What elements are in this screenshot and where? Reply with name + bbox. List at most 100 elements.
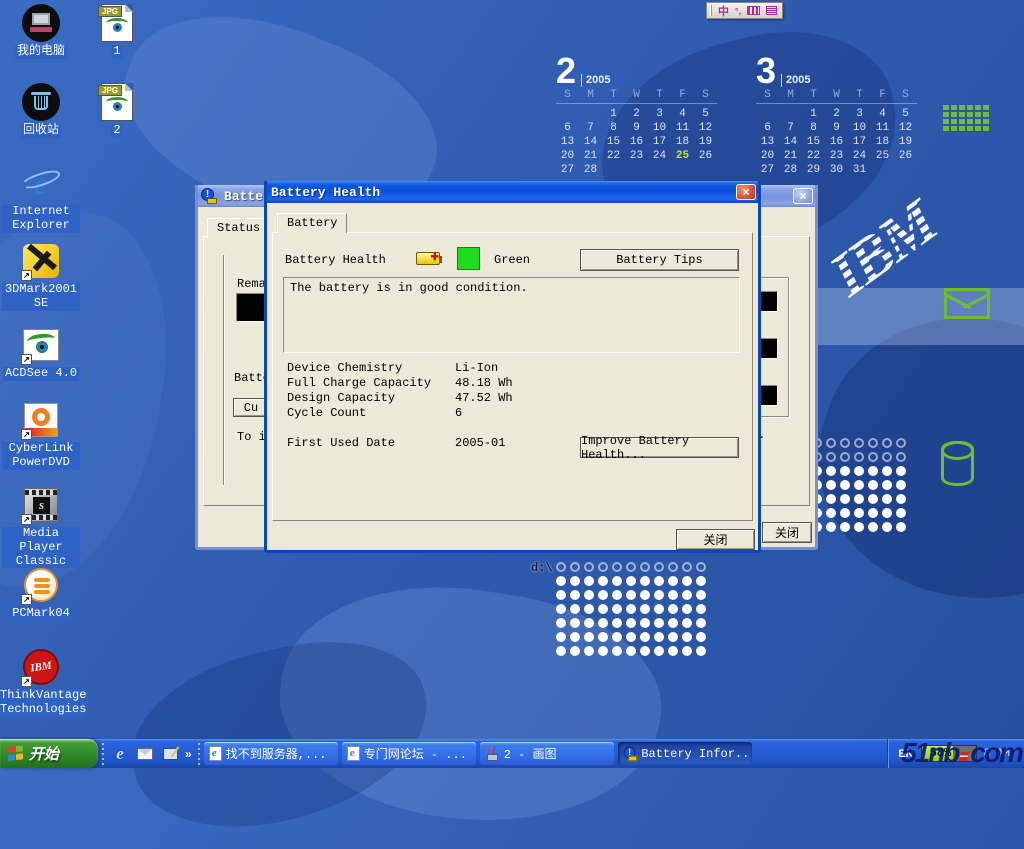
dot: [598, 576, 608, 586]
wallpaper-leaf: [116, 621, 445, 849]
calendar-month-number: 3: [756, 56, 776, 87]
quick-launch-ie-icon[interactable]: e: [110, 744, 130, 764]
desktop-file-2[interactable]: JPG 2: [80, 82, 154, 138]
calendar-day: 14: [779, 135, 802, 149]
taskbar-button-forum[interactable]: 专门网论坛 - ...: [342, 742, 476, 765]
ime-grip[interactable]: [710, 5, 712, 16]
dot: [840, 480, 850, 490]
calendar-day: 17: [648, 135, 671, 149]
desktop-icon-internet-explorer[interactable]: e Internet Explorer: [2, 163, 80, 233]
dialog-battery-health: Battery Health × Battery Battery Health …: [264, 181, 761, 553]
dot: [584, 590, 594, 600]
calendar-day: 13: [756, 135, 779, 149]
calendar-weekday: M: [579, 89, 602, 104]
windows-flag-icon: [8, 745, 24, 762]
dot: [612, 604, 622, 614]
battery-tips-button[interactable]: Battery Tips: [580, 249, 739, 271]
taskbar-button-paint[interactable]: 2 - 画图: [480, 742, 614, 765]
desktop-icon-acdsee[interactable]: ↗ ACDSee 4.0: [2, 325, 80, 381]
tab-status[interactable]: Status: [207, 218, 270, 238]
keyboard-icon[interactable]: [747, 6, 760, 15]
calendar-weekday: S: [694, 89, 717, 104]
titlebar[interactable]: Battery Health: [264, 181, 761, 203]
desktop-icon-powerdvd[interactable]: ↗ CyberLink PowerDVD: [2, 400, 80, 470]
dot: [556, 646, 566, 656]
icon-label: 回收站: [21, 124, 61, 138]
calendar-day: 14: [579, 135, 602, 149]
desktop-icon-3dmark2001[interactable]: ↗ 3DMark2001 SE: [2, 241, 80, 311]
taskbar-button-server-not-found[interactable]: 找不到服务器,...: [204, 742, 338, 765]
dot: [640, 632, 650, 642]
dot: [612, 590, 622, 600]
calendar-day: 13: [556, 135, 579, 149]
dot: [556, 618, 566, 628]
dot: [868, 438, 878, 448]
dot: [570, 604, 580, 614]
dot: [696, 562, 706, 572]
detail-label: Device Chemistry: [287, 361, 402, 375]
ime-menu-icon[interactable]: [766, 6, 777, 15]
close-button[interactable]: ×: [736, 184, 756, 200]
dot: [584, 618, 594, 628]
desktop-icon-pcmark04[interactable]: ↗ PCMark04: [2, 565, 80, 621]
desktop-icon-my-computer[interactable]: 我的电脑: [2, 3, 80, 59]
calendar-day: 25: [871, 149, 894, 163]
calendar-weekday: W: [825, 89, 848, 104]
dot: [556, 562, 566, 572]
calendar-year: 2005: [581, 74, 610, 87]
calendar-day: 7: [579, 121, 602, 135]
dot: [826, 466, 836, 476]
dot: [626, 590, 636, 600]
detail-value: Li-Ion: [455, 361, 498, 375]
dot: [668, 618, 678, 628]
tray-clock: 8 AM: [984, 748, 1010, 760]
desktop-file-1[interactable]: JPG 1: [80, 3, 154, 59]
calendar-weekday: S: [556, 89, 579, 104]
dot: [840, 466, 850, 476]
ime-chinese-mode-icon[interactable]: 中: [718, 3, 729, 19]
calendar-grid: SMTWTFS123456789101112131415161718192021…: [556, 89, 717, 177]
desktop-icon-thinkvantage[interactable]: IBM↗ ThinkVantage Technologies: [2, 647, 80, 717]
language-indicator[interactable]: EN: [898, 748, 913, 760]
improve-battery-health-button[interactable]: Improve Battery Health...: [580, 437, 739, 458]
internet-explorer-icon: e: [20, 163, 62, 203]
desktop-icon-media-player-classic[interactable]: s↗ Media Player Classic: [2, 485, 80, 568]
tab-battery[interactable]: Battery: [277, 213, 347, 233]
start-button[interactable]: 开始: [0, 739, 98, 768]
close-button[interactable]: ×: [793, 188, 813, 204]
dot: [840, 494, 850, 504]
quick-launch-outlook-icon[interactable]: [135, 744, 155, 764]
dot: [598, 632, 608, 642]
dot: [696, 632, 706, 642]
battery-icon: [416, 252, 440, 265]
taskbar-button-battery-information[interactable]: ! Battery Infor...: [618, 742, 752, 765]
dot: [682, 590, 692, 600]
dot: [882, 480, 892, 490]
icon-label: CyberLink PowerDVD: [2, 442, 80, 470]
jpg-file-icon: JPG: [96, 82, 138, 122]
calendar-february: 2 2005 SMTWTFS12345678910111213141516171…: [556, 53, 717, 177]
dot: [556, 576, 566, 586]
close-dialog-button[interactable]: 关闭: [676, 529, 755, 550]
battery-meter[interactable]: 58%: [921, 745, 977, 762]
desktop-icon-recycle-bin[interactable]: 回收站: [2, 82, 80, 138]
calendar-day: 24: [648, 149, 671, 163]
dot: [868, 522, 878, 532]
calendar-day: 27: [556, 163, 579, 177]
dot: [556, 590, 566, 600]
dot: [654, 590, 664, 600]
icon-label: Internet Explorer: [2, 205, 80, 233]
quick-launch-overflow-chevron[interactable]: »: [185, 747, 192, 761]
calendar-day: 1: [802, 107, 825, 121]
dot: [570, 646, 580, 656]
dot: [612, 562, 622, 572]
ime-toolbar[interactable]: 中 °,: [706, 2, 783, 19]
jpg-badge: JPG: [98, 85, 122, 96]
dot: [612, 576, 622, 586]
dot-grid: [812, 438, 910, 536]
show-desktop-icon[interactable]: [160, 744, 180, 764]
close-button-bottom[interactable]: 关闭: [762, 522, 812, 543]
dot: [612, 618, 622, 628]
dot: [882, 452, 892, 462]
ime-punctuation-icon[interactable]: °,: [735, 6, 741, 16]
